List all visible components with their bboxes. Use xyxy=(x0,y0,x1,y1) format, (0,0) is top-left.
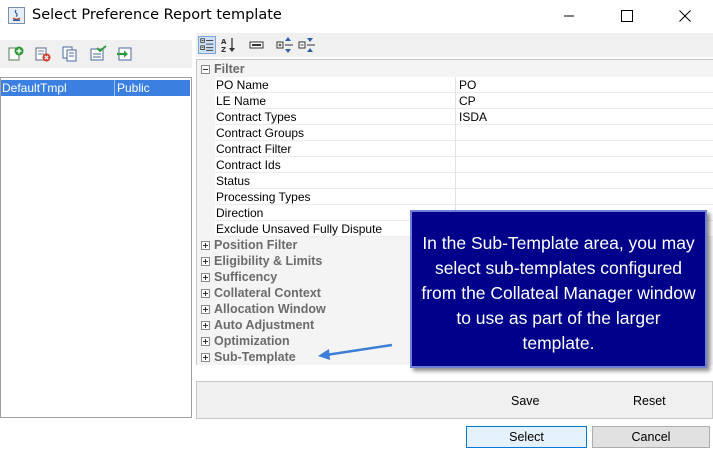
expand-icon[interactable] xyxy=(201,241,210,250)
property-row[interactable]: Contract Types ISDA xyxy=(215,109,713,125)
validate-template-icon[interactable] xyxy=(89,45,107,63)
property-row[interactable]: Contract Ids xyxy=(215,157,713,173)
property-value[interactable]: CP xyxy=(459,94,476,108)
expand-icon[interactable] xyxy=(201,321,210,330)
template-name: DefaultTmpl xyxy=(2,81,67,95)
property-row[interactable]: Status xyxy=(215,173,713,189)
select-button[interactable]: Select xyxy=(466,426,587,448)
tutorial-callout: In the Sub-Template area, you may select… xyxy=(410,210,707,368)
template-access: Public xyxy=(117,81,150,95)
property-name: Status xyxy=(216,174,251,188)
svg-text:Z: Z xyxy=(221,46,226,54)
expand-icon[interactable] xyxy=(201,273,210,282)
minimize-icon xyxy=(564,15,574,17)
java-app-icon xyxy=(8,7,25,24)
svg-text:A: A xyxy=(221,38,227,46)
expand-all-icon[interactable] xyxy=(276,36,294,54)
property-name: Contract Types xyxy=(216,110,297,124)
categorized-view-icon[interactable] xyxy=(198,36,216,54)
property-row[interactable]: LE Name CP xyxy=(215,93,713,109)
window-title: Select Preference Report template xyxy=(32,7,282,23)
property-name: LE Name xyxy=(216,94,267,108)
property-toolbar: A Z xyxy=(196,33,713,57)
close-button[interactable] xyxy=(662,0,708,32)
close-icon xyxy=(679,10,691,22)
property-name: PO Name xyxy=(216,78,269,92)
template-row[interactable]: DefaultTmpl Public xyxy=(1,80,190,96)
expand-icon[interactable] xyxy=(201,305,210,314)
property-row[interactable]: PO Name PO xyxy=(215,77,713,93)
new-template-icon[interactable] xyxy=(7,45,25,63)
property-name: Processing Types xyxy=(216,190,311,204)
minimize-button[interactable] xyxy=(546,0,592,32)
title-bar: Select Preference Report template xyxy=(0,0,713,32)
expand-icon[interactable] xyxy=(201,257,210,266)
template-toolbar xyxy=(0,40,192,68)
collapse-icon[interactable] xyxy=(201,65,210,74)
callout-arrow xyxy=(318,343,393,360)
property-name: Contract Groups xyxy=(216,126,305,140)
description-icon[interactable] xyxy=(248,36,266,54)
sort-alphabetical-icon[interactable]: A Z xyxy=(220,36,238,54)
property-name: Contract Ids xyxy=(216,158,281,172)
save-reset-panel: Save Reset xyxy=(196,381,713,419)
save-button[interactable]: Save xyxy=(511,394,540,408)
reset-button[interactable]: Reset xyxy=(633,394,666,408)
cancel-button[interactable]: Cancel xyxy=(592,426,710,448)
property-row[interactable]: Contract Filter xyxy=(215,141,713,157)
delete-template-icon[interactable] xyxy=(34,45,52,63)
collapse-all-icon[interactable] xyxy=(298,36,316,54)
property-row[interactable]: Processing Types xyxy=(215,189,713,205)
expand-icon[interactable] xyxy=(201,353,210,362)
copy-template-icon[interactable] xyxy=(61,45,79,63)
export-template-icon[interactable] xyxy=(116,45,134,63)
property-name: Contract Filter xyxy=(216,142,292,156)
expand-icon[interactable] xyxy=(201,337,210,346)
property-row[interactable]: Contract Groups xyxy=(215,125,713,141)
maximize-button[interactable] xyxy=(604,0,650,32)
maximize-icon xyxy=(621,10,633,22)
expand-icon[interactable] xyxy=(201,289,210,298)
template-list[interactable]: DefaultTmpl Public xyxy=(0,77,192,418)
property-value[interactable]: ISDA xyxy=(459,110,487,124)
column-divider xyxy=(114,80,115,96)
property-value[interactable]: PO xyxy=(459,78,476,92)
